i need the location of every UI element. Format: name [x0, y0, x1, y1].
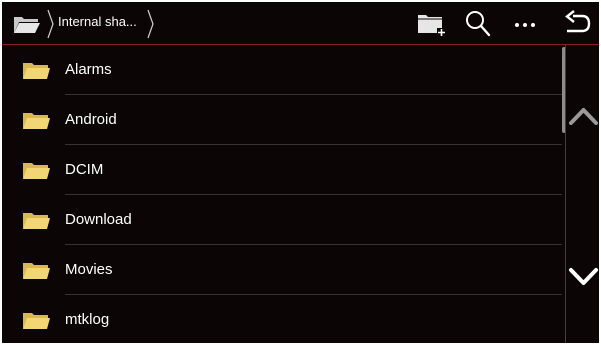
- new-folder-icon[interactable]: [415, 8, 447, 38]
- folder-name: Alarms: [65, 61, 112, 78]
- breadcrumb-separator-icon: [147, 9, 154, 39]
- folder-name: mtklog: [65, 311, 110, 328]
- side-panel-divider: [565, 45, 566, 343]
- folder-row-download[interactable]: Download: [2, 195, 562, 245]
- scroll-up-icon[interactable]: [568, 96, 599, 136]
- file-manager-screen: Internal sha... Alarms Android DCIM Down…: [2, 2, 599, 343]
- folder-icon: [23, 163, 50, 179]
- breadcrumb-internal-storage[interactable]: Internal sha...: [58, 14, 137, 29]
- folder-icon: [23, 213, 50, 229]
- scroll-down-icon[interactable]: [568, 258, 599, 298]
- folder-icon: [23, 263, 50, 279]
- folder-row-movies[interactable]: Movies: [2, 245, 562, 295]
- back-icon[interactable]: [562, 8, 594, 38]
- folder-row-alarms[interactable]: Alarms: [2, 45, 562, 95]
- breadcrumb-separator-icon: [47, 9, 54, 39]
- toolbar: Internal sha...: [2, 2, 599, 44]
- folder-list: Alarms Android DCIM Download Movies mtkl…: [2, 45, 562, 343]
- folder-name: Download: [65, 211, 132, 228]
- more-icon[interactable]: [509, 8, 541, 38]
- search-icon[interactable]: [462, 8, 494, 38]
- folder-name: Android: [65, 111, 117, 128]
- folder-row-dcim[interactable]: DCIM: [2, 145, 562, 195]
- folder-icon: [23, 313, 50, 329]
- folder-row-android[interactable]: Android: [2, 95, 562, 145]
- folder-name: Movies: [65, 261, 113, 278]
- folder-icon: [23, 113, 50, 129]
- folder-open-icon[interactable]: [13, 14, 41, 34]
- folder-name: DCIM: [65, 161, 104, 178]
- folder-icon: [23, 63, 50, 79]
- folder-row-mtklog[interactable]: mtklog: [2, 295, 562, 343]
